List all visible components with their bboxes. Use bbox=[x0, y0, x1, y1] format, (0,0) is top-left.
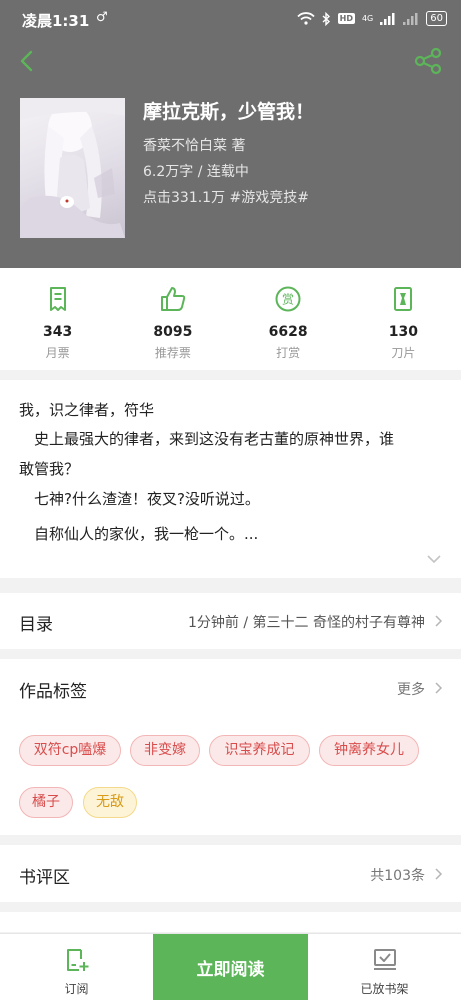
stat-label: 刀片 bbox=[391, 346, 416, 360]
hd-icon: HD bbox=[337, 13, 355, 24]
reviews-count: 共103条 bbox=[370, 868, 425, 884]
synopsis-line: 史上最强大的律者，来到这没有老古董的原神世界，谁 bbox=[19, 430, 395, 448]
stat-label: 推荐票 bbox=[154, 346, 191, 360]
tag-chip[interactable]: 钟离养女儿 bbox=[319, 735, 419, 766]
cover-illustration bbox=[20, 98, 125, 238]
network-type: 4G bbox=[361, 13, 374, 23]
bookshelf-button[interactable]: 已放书架 bbox=[308, 934, 461, 1000]
signal-icon bbox=[380, 12, 395, 25]
synopsis-line: 我，识之律者，符华 bbox=[19, 401, 155, 419]
author-suffix: 著 bbox=[231, 138, 246, 154]
wifi-icon bbox=[296, 12, 315, 25]
back-button[interactable] bbox=[12, 46, 42, 76]
tag-chip[interactable]: 无敌 bbox=[83, 787, 137, 818]
synopsis-line: 敢管我？ bbox=[19, 460, 80, 478]
genre-tag[interactable]: #游戏竞技# bbox=[230, 190, 309, 206]
subscribe-button[interactable]: 订阅 bbox=[0, 934, 153, 1000]
work-tags-section: 作品标签 更多 双符cp嗑爆 非变嫁 识宝养成记 钟离养女儿 橘子 无敌 bbox=[0, 659, 461, 835]
book-cover[interactable] bbox=[20, 98, 125, 238]
serial-status: 连载中 bbox=[206, 164, 249, 180]
signal-icon-2 bbox=[403, 12, 418, 25]
click-count: 点击331.1万 bbox=[143, 190, 226, 206]
book-author[interactable]: 香菜不恰白菜 bbox=[143, 138, 227, 154]
subscribe-icon bbox=[66, 949, 88, 971]
book-clicks-row: 点击331.1万 #游戏竞技# bbox=[143, 187, 309, 207]
book-title: 摩拉克斯，少管我！ bbox=[143, 101, 315, 123]
bottom-action-bar: 订阅 立即阅读 已放书架 bbox=[0, 933, 461, 1000]
tags-more-link[interactable]: 更多 bbox=[397, 679, 425, 699]
thumbs-up-icon bbox=[160, 287, 186, 311]
stat-value: 8095 bbox=[153, 324, 193, 340]
tags-title: 作品标签 bbox=[19, 682, 87, 702]
stat-recommend-ticket[interactable]: 8095 推荐票 bbox=[115, 268, 230, 370]
read-now-button[interactable]: 立即阅读 bbox=[153, 934, 308, 1000]
stats-bar: 343 月票 8095 推荐票 赏 6628 打赏 130 刀片 bbox=[0, 268, 461, 370]
status-bar: 凌晨1:31 ♂ HD 4G 60 bbox=[0, 0, 461, 40]
synopsis[interactable]: 我，识之律者，符华 史上最强大的律者，来到这没有老古董的原神世界，谁 敢管我？ … bbox=[0, 380, 461, 578]
reward-icon: 赏 bbox=[275, 286, 301, 312]
stat-monthly-ticket[interactable]: 343 月票 bbox=[0, 268, 115, 370]
word-count: 6.2万字 bbox=[143, 164, 194, 180]
status-icons: HD 4G 60 bbox=[296, 11, 447, 26]
battery-icon: 60 bbox=[426, 11, 447, 26]
reviews-title: 书评区 bbox=[19, 868, 70, 888]
svg-text:赏: 赏 bbox=[282, 293, 294, 307]
toc-title: 目录 bbox=[19, 615, 53, 635]
bookshelf-check-icon bbox=[373, 949, 396, 970]
tag-chip[interactable]: 橘子 bbox=[19, 787, 73, 818]
status-gender-icon: ♂ bbox=[96, 10, 108, 25]
meta-separator: / bbox=[197, 164, 203, 180]
book-author-row: 香菜不恰白菜 著 bbox=[143, 135, 245, 155]
stat-label: 月票 bbox=[45, 346, 70, 360]
chevron-right-icon bbox=[435, 615, 443, 627]
status-time: 凌晨1:31 bbox=[22, 12, 90, 30]
bluetooth-icon bbox=[322, 11, 330, 26]
tag-chip[interactable]: 识宝养成记 bbox=[209, 735, 310, 766]
expand-chevron-icon[interactable] bbox=[424, 552, 444, 566]
stat-value: 343 bbox=[43, 324, 73, 340]
subscribe-label: 订阅 bbox=[64, 982, 89, 996]
stat-value: 6628 bbox=[268, 324, 308, 340]
stat-blade[interactable]: 130 刀片 bbox=[346, 268, 461, 370]
tag-chip[interactable]: 双符cp嗑爆 bbox=[19, 735, 121, 766]
monthly-ticket-icon bbox=[49, 287, 66, 311]
chevron-right-icon bbox=[435, 868, 443, 880]
stat-reward[interactable]: 赏 6628 打赏 bbox=[231, 268, 346, 370]
stat-value: 130 bbox=[388, 324, 418, 340]
toc-latest-chapter: 1分钟前 / 第三十二 奇怪的村子有尊神 bbox=[188, 615, 425, 631]
synopsis-line: 七神?什么渣渣！夜叉?没听说过。 bbox=[19, 490, 260, 508]
stat-label: 打赏 bbox=[276, 346, 301, 360]
tag-chip[interactable]: 非变嫁 bbox=[130, 735, 200, 766]
chevron-right-icon bbox=[435, 682, 443, 694]
next-section-partial bbox=[0, 912, 461, 932]
book-header: 凌晨1:31 ♂ HD 4G 60 摩拉克斯，少管我！ 香菜不恰白菜 著 6.2… bbox=[0, 0, 461, 268]
book-meta: 6.2万字 / 连载中 bbox=[143, 161, 249, 181]
blade-icon bbox=[394, 287, 413, 311]
share-button[interactable] bbox=[412, 46, 444, 76]
bookshelf-label: 已放书架 bbox=[360, 982, 409, 996]
table-of-contents-row[interactable]: 目录 1分钟前 / 第三十二 奇怪的村子有尊神 bbox=[0, 593, 461, 649]
book-review-row[interactable]: 书评区 共103条 bbox=[0, 845, 461, 902]
synopsis-line: 自称仙人的家伙，我一枪一个。... bbox=[19, 525, 259, 543]
